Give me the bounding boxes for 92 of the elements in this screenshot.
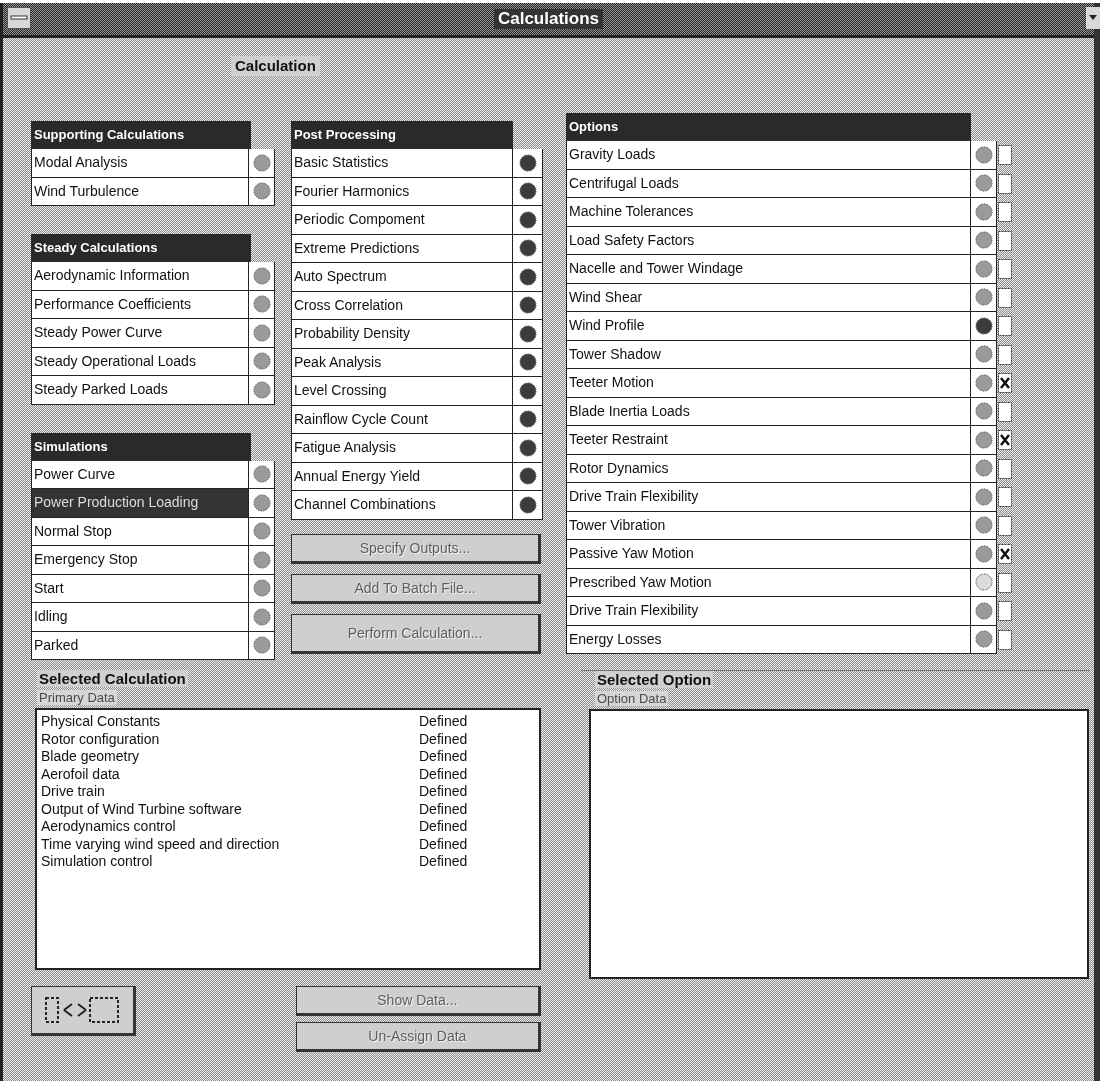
data-status: Defined	[419, 818, 468, 836]
data-name[interactable]: Physical Constants	[41, 713, 419, 731]
checkbox[interactable]	[998, 145, 1012, 166]
group-header: Post Processing	[291, 121, 513, 149]
data-status: Defined	[419, 765, 468, 783]
checkbox[interactable]	[998, 487, 1012, 508]
swap-button[interactable]	[31, 986, 136, 1036]
data-status: Defined	[419, 783, 468, 801]
data-status: Defined	[419, 713, 468, 731]
data-name[interactable]: Aerofoil data	[41, 765, 419, 783]
option-item[interactable]: Teeter Motion	[566, 369, 971, 398]
section-title: Selected Option	[595, 671, 714, 688]
data-name[interactable]: Output of Wind Turbine software	[41, 800, 419, 818]
list-item[interactable]: Steady Operational Loads	[31, 347, 250, 376]
option-item[interactable]: Wind Shear	[566, 283, 971, 312]
list-item[interactable]: Power Curve	[31, 460, 250, 489]
checkbox[interactable]	[998, 173, 1012, 194]
data-status: Defined	[419, 835, 468, 853]
list-item[interactable]: Aerodynamic Information	[31, 262, 250, 291]
option-item[interactable]: Gravity Loads	[566, 141, 971, 170]
option-item[interactable]: Centrifugal Loads	[566, 169, 971, 198]
data-name[interactable]: Time varying wind speed and direction	[41, 835, 419, 853]
list-item[interactable]: Power Production Loading	[31, 489, 250, 518]
list-item[interactable]: Cross Correlation	[291, 291, 513, 320]
system-menu-icon[interactable]	[7, 7, 31, 29]
list-item[interactable]: Steady Parked Loads	[31, 376, 250, 405]
list-item[interactable]: Start	[31, 574, 250, 603]
list-item[interactable]: Probability Density	[291, 320, 513, 349]
option-item[interactable]: Load Safety Factors	[566, 226, 971, 255]
data-status: Defined	[419, 730, 468, 748]
list-item[interactable]: Rainflow Cycle Count	[291, 405, 513, 434]
data-status: Defined	[419, 800, 468, 818]
window-title: Calculations	[493, 9, 604, 29]
group-header: Simulations	[31, 432, 251, 461]
checkbox[interactable]	[998, 202, 1012, 223]
section-title: Selected Calculation	[37, 670, 188, 687]
list-item[interactable]: Emergency Stop	[31, 546, 250, 575]
list-item[interactable]: Level Crossing	[291, 377, 513, 406]
list-item[interactable]: Steady Power Curve	[31, 319, 250, 348]
checkbox[interactable]	[998, 373, 1012, 394]
option-item[interactable]: Blade Inertia Loads	[566, 397, 971, 426]
checkbox[interactable]	[998, 344, 1012, 365]
option-item[interactable]: Drive Train Flexibility	[566, 483, 971, 512]
list-item[interactable]: Normal Stop	[31, 517, 250, 546]
checkbox[interactable]	[998, 430, 1012, 451]
list-label: Primary Data	[37, 690, 117, 705]
group-header: Supporting Calculations	[31, 121, 251, 149]
option-item[interactable]: Rotor Dynamics	[566, 454, 971, 483]
option-item[interactable]: Tower Vibration	[566, 511, 971, 540]
data-status: Defined	[419, 853, 468, 871]
list-item[interactable]: Fourier Harmonics	[291, 177, 513, 206]
list-item[interactable]: Performance Coefficients	[31, 290, 250, 319]
group-header: Options	[566, 113, 971, 141]
data-status: Defined	[419, 748, 468, 766]
checkbox[interactable]	[998, 515, 1012, 536]
list-item[interactable]: Fatigue Analysis	[291, 434, 513, 463]
option-item[interactable]: Wind Profile	[566, 312, 971, 341]
option-item[interactable]: Nacelle and Tower Windage	[566, 255, 971, 284]
section-heading: Calculation	[231, 56, 320, 76]
checkbox[interactable]	[998, 230, 1012, 251]
list-item[interactable]: Extreme Predictions	[291, 234, 513, 263]
checkbox[interactable]	[998, 259, 1012, 280]
checkbox[interactable]	[998, 601, 1012, 622]
list-item[interactable]: Periodic Compoment	[291, 206, 513, 235]
list-item[interactable]: Basic Statistics	[291, 149, 513, 178]
option-item[interactable]: Machine Tolerances	[566, 198, 971, 227]
option-item[interactable]: Tower Shadow	[566, 340, 971, 369]
option-item[interactable]: Drive Train Flexibility	[566, 597, 971, 626]
list-item[interactable]: Auto Spectrum	[291, 263, 513, 292]
option-item[interactable]: Energy Losses	[566, 625, 971, 654]
list-item[interactable]: Wind Turbulence	[31, 177, 250, 206]
data-name[interactable]: Blade geometry	[41, 748, 419, 766]
checkbox[interactable]	[998, 544, 1012, 565]
data-name[interactable]: Aerodynamics control	[41, 818, 419, 836]
checkbox[interactable]	[998, 401, 1012, 422]
list-item[interactable]: Annual Energy Yield	[291, 462, 513, 491]
option-item[interactable]: Passive Yaw Motion	[566, 540, 971, 569]
list-item[interactable]: Parked	[31, 631, 250, 660]
data-name[interactable]: Drive train	[41, 783, 419, 801]
group-header: Steady Calculations	[31, 234, 251, 262]
checkbox[interactable]	[998, 458, 1012, 479]
list-item[interactable]: Idling	[31, 603, 250, 632]
list-label: Option Data	[595, 691, 669, 706]
data-name[interactable]: Rotor configuration	[41, 730, 419, 748]
data-name[interactable]: Simulation control	[41, 853, 419, 871]
checkbox[interactable]	[998, 316, 1012, 337]
checkbox[interactable]	[998, 287, 1012, 308]
list-item[interactable]: Peak Analysis	[291, 348, 513, 377]
list-item[interactable]: Channel Combinations	[291, 491, 513, 520]
option-item[interactable]: Teeter Restraint	[566, 426, 971, 455]
checkbox[interactable]	[998, 629, 1012, 650]
list-item[interactable]: Modal Analysis	[31, 149, 250, 178]
